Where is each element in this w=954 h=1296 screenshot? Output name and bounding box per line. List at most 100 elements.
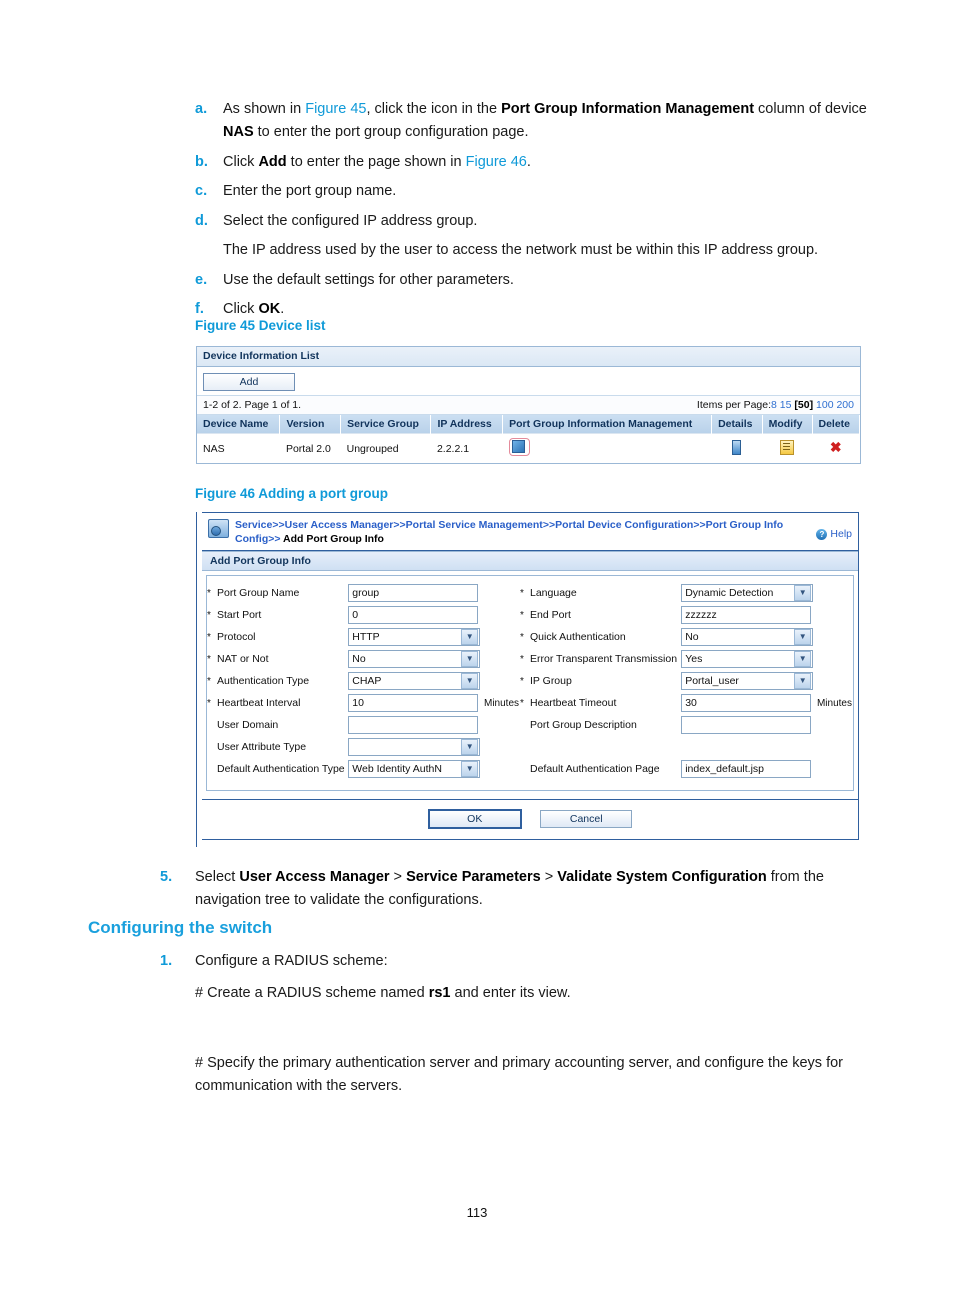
device-table: Device Name Version Service Group IP Addres…	[197, 415, 860, 463]
field-unit-right	[817, 758, 853, 780]
column-header: Port Group Information Management	[502, 415, 713, 434]
text-run: .	[280, 301, 285, 318]
items-per-page-option-selected[interactable]: [50]	[794, 399, 813, 411]
items-per-page-option[interactable]: 200	[836, 399, 854, 411]
field-control-right: zzzzzz	[681, 604, 817, 626]
field-default-authentication-type-value: Web Identity AuthN	[352, 763, 442, 776]
port-group-form-table: * Port Group Name group * Language Dynamic De…	[207, 582, 853, 780]
field-label-left: Start Port	[217, 609, 262, 622]
field-control-right: No ▼	[681, 626, 817, 648]
ok-button[interactable]: OK	[427, 809, 522, 830]
required-marker-left	[207, 714, 217, 736]
radius-comment-2: # Specify the primary authentication ser…	[195, 1052, 870, 1099]
required-marker-right: *	[520, 631, 524, 643]
field-unit-left	[484, 604, 520, 626]
chevron-down-icon[interactable]: ▼	[461, 651, 479, 668]
cross-reference[interactable]: Figure 45	[305, 101, 366, 117]
cancel-button[interactable]: Cancel	[540, 810, 633, 829]
field-heartbeat-timeout-input[interactable]: 30	[681, 694, 812, 713]
field-quick-authentication-value: No	[685, 631, 699, 644]
text-run: to enter the port group configuration pa…	[253, 124, 529, 141]
column-header: IP Address	[430, 415, 504, 434]
text-run: to enter the page shown in	[286, 153, 466, 170]
field-port-group-description-input[interactable]	[681, 716, 812, 735]
field-protocol-select[interactable]: HTTP ▼	[348, 628, 481, 647]
field-default-authentication-type-select[interactable]: Web Identity AuthN ▼	[348, 760, 481, 779]
chevron-down-icon[interactable]: ▼	[794, 673, 812, 690]
text-run: >	[540, 869, 558, 885]
field-quick-authentication-select[interactable]: No ▼	[681, 628, 814, 647]
field-control-right: 30	[681, 692, 817, 714]
field-control-right: Portal_user ▼	[681, 670, 817, 692]
field-unit-right	[817, 736, 853, 758]
field-control-left: Web Identity AuthN ▼	[348, 758, 484, 780]
field-control-right: Yes ▼	[681, 648, 817, 670]
field-authentication-type-select[interactable]: CHAP ▼	[348, 672, 481, 691]
field-port-group-name-input[interactable]: group	[348, 584, 479, 603]
breadcrumb-link[interactable]: User Access Manager	[285, 519, 394, 531]
chevron-down-icon[interactable]: ▼	[461, 629, 479, 646]
field-start-port-input[interactable]: 0	[348, 606, 479, 625]
breadcrumb-link[interactable]: Portal Service Management	[406, 519, 543, 531]
field-heartbeat-interval-input[interactable]: 10	[348, 694, 479, 713]
list-text: Configure a RADIUS scheme:	[195, 950, 870, 973]
chevron-down-icon[interactable]: ▼	[461, 673, 479, 690]
add-device-button[interactable]: Add	[203, 373, 295, 391]
field-end-port-input[interactable]: zzzzzz	[681, 606, 812, 625]
list-item: a. As shown in Figure 45, click the icon …	[195, 98, 867, 145]
chevron-down-icon[interactable]: ▼	[461, 739, 479, 756]
field-unit-left	[484, 582, 520, 604]
form-action-bar: OK Cancel	[202, 799, 858, 840]
cell-port-group-management	[502, 433, 712, 463]
add-port-group-panel-title: Add Port Group Info	[202, 551, 858, 572]
required-marker-right	[520, 736, 530, 758]
delete-icon[interactable]: ✖	[830, 439, 842, 455]
help-label: Help	[830, 528, 852, 540]
cross-reference[interactable]: Figure 46	[466, 154, 527, 170]
field-label-right: IP Group	[530, 675, 572, 688]
field-user-attribute-type-select[interactable]: ▼	[348, 738, 481, 757]
list-text: Enter the port group name.	[223, 180, 867, 203]
emphasis-text: OK	[258, 301, 281, 318]
form-row: * Authentication Type CHAP ▼ * IP Group Portal…	[207, 670, 853, 692]
port-group-config-icon[interactable]	[508, 438, 530, 456]
field-error-transparent-transmission-select[interactable]: Yes ▼	[681, 650, 814, 669]
field-unit-left	[484, 714, 520, 736]
details-icon[interactable]	[732, 439, 742, 455]
chevron-down-icon[interactable]: ▼	[461, 761, 479, 778]
required-marker-left: *	[207, 587, 211, 599]
items-per-page-option[interactable]: 100	[816, 399, 834, 411]
list-marker: b.	[195, 153, 208, 170]
field-unit-left	[484, 648, 520, 670]
field-unit-right	[817, 670, 853, 692]
field-ip-group-select[interactable]: Portal_user ▼	[681, 672, 814, 691]
field-default-authentication-page-input[interactable]: index_default.jsp	[681, 760, 812, 779]
cell-ip-address: 2.2.2.1	[430, 433, 503, 463]
items-per-page-option[interactable]: 8	[771, 399, 777, 411]
field-unit-right	[817, 582, 853, 604]
field-label-left: User Attribute Type	[217, 741, 307, 754]
emphasis-text: rs1	[428, 985, 451, 1001]
chevron-down-icon[interactable]: ▼	[794, 629, 812, 646]
help-link[interactable]: ? Help	[816, 518, 852, 540]
required-marker-left: *	[207, 675, 211, 687]
breadcrumb-link[interactable]: Service	[235, 519, 272, 531]
modify-icon[interactable]	[780, 439, 795, 455]
lettered-step-list: a. As shown in Figure 45, click the icon …	[195, 98, 867, 328]
field-label-right: Port Group Description	[530, 719, 637, 732]
field-unit-right	[817, 714, 853, 736]
items-per-page-option[interactable]: 15	[780, 399, 792, 411]
form-row: User Attribute Type ▼	[207, 736, 853, 758]
breadcrumb-link[interactable]: Portal Device Configuration	[555, 519, 693, 531]
field-nat-or-not-select[interactable]: No ▼	[348, 650, 481, 669]
field-language-select[interactable]: Dynamic Detection ▼	[681, 584, 814, 603]
required-marker-right	[520, 758, 530, 780]
help-icon: ?	[816, 528, 828, 540]
chevron-down-icon[interactable]: ▼	[794, 651, 812, 668]
chevron-down-icon[interactable]: ▼	[794, 585, 812, 602]
text-run: , click the icon in the	[366, 101, 502, 117]
field-label-right: Heartbeat Timeout	[530, 697, 617, 710]
field-user-domain-input[interactable]	[348, 716, 479, 735]
section-heading: Configuring the switch	[88, 918, 273, 937]
field-label-left: Heartbeat Interval	[217, 697, 301, 710]
